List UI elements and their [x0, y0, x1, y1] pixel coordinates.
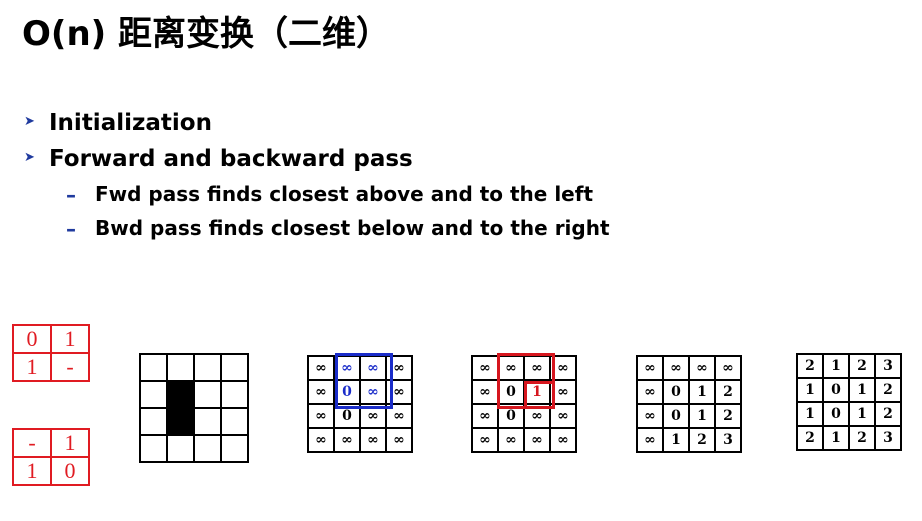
background-pixel-cell	[193, 353, 222, 382]
background-pixel-cell	[220, 407, 249, 436]
backward-result-grid-cell: 2	[874, 401, 902, 427]
init-grid-cell: ∞	[359, 427, 387, 453]
background-pixel-cell	[166, 353, 195, 382]
init-grid-cell: ∞	[307, 379, 335, 405]
forward-result-grid: ∞ ∞ ∞ ∞ ∞ 0 1 2 ∞ 0 1 2 ∞ 1 2 3	[636, 355, 742, 453]
background-pixel-cell	[166, 434, 195, 463]
forward-result-grid-cell: 0	[662, 403, 690, 429]
init-grid-cell: ∞	[307, 403, 335, 429]
init-grid-cell: ∞	[333, 427, 361, 453]
forward-result-grid-cell: 2	[688, 427, 716, 453]
backward-result-grid-cell: 1	[822, 353, 850, 379]
bullet-arrow-icon: ➤	[24, 150, 35, 165]
forward-kernel-cell: 0	[12, 324, 52, 354]
forward-result-grid-cell: ∞	[636, 355, 664, 381]
background-pixel-cell	[139, 380, 168, 409]
backward-result-grid-cell: 0	[822, 377, 850, 403]
init-grid-cell: ∞	[385, 427, 413, 453]
forward-result-grid-cell: ∞	[688, 355, 716, 381]
background-pixel-cell	[220, 434, 249, 463]
background-pixel-cell	[193, 407, 222, 436]
forward-step-grid-cell: ∞	[471, 355, 499, 381]
forward-kernel: 011-	[12, 324, 90, 382]
forward-result-grid-cell: 1	[688, 403, 716, 429]
forward-result-grid-cell: ∞	[714, 355, 742, 381]
backward-result-grid-cell: 2	[848, 425, 876, 451]
slide-title: O(n) 距离变换（二维）	[22, 14, 391, 54]
sub-bullet-dash-icon: –	[66, 217, 76, 241]
background-pixel-cell	[193, 434, 222, 463]
forward-kernel-cell: 1	[12, 352, 52, 382]
forward-step-grid-cell: ∞	[497, 427, 525, 453]
backward-result-grid-cell: 1	[848, 377, 876, 403]
forward-step-grid-cell: ∞	[471, 427, 499, 453]
forward-result-grid-cell: 1	[688, 379, 716, 405]
backward-result-grid-cell: 1	[796, 377, 824, 403]
forward-step-grid-cell: ∞	[471, 379, 499, 405]
backward-result-grid-cell: 2	[796, 425, 824, 451]
background-pixel-cell	[139, 407, 168, 436]
forward-result-grid-cell: ∞	[636, 379, 664, 405]
background-pixel-cell	[220, 353, 249, 382]
sub-bullet-dash-icon: –	[66, 183, 76, 207]
backward-result-grid-cell: 2	[848, 353, 876, 379]
background-pixel-cell	[139, 353, 168, 382]
forward-step-grid-cell: ∞	[549, 427, 577, 453]
forward-result-grid-cell: ∞	[662, 355, 690, 381]
sub-bullet-fwd: Fwd pass finds closest above and to the …	[95, 182, 593, 206]
backward-kernel: -110	[12, 428, 90, 486]
background-pixel-cell	[193, 380, 222, 409]
bullet-initialization: Initialization	[49, 110, 212, 136]
forward-result-grid-cell: 3	[714, 427, 742, 453]
forward-mask-highlight	[335, 353, 393, 409]
bullet-forward-backward: Forward and backward pass	[49, 146, 413, 172]
forward-step-grid-cell: ∞	[471, 403, 499, 429]
init-grid-cell: ∞	[307, 427, 335, 453]
backward-result-grid-cell: 3	[874, 425, 902, 451]
current-cell-highlight	[524, 381, 555, 409]
backward-kernel-cell: 1	[50, 428, 90, 458]
backward-result-grid: 2123101210122123	[796, 353, 902, 451]
bullet-arrow-icon: ➤	[24, 114, 35, 129]
forward-result-grid-cell: 2	[714, 379, 742, 405]
forward-kernel-cell: -	[50, 352, 90, 382]
backward-result-grid-cell: 2	[796, 353, 824, 379]
backward-result-grid-cell: 1	[848, 401, 876, 427]
forward-result-grid-cell: ∞	[636, 403, 664, 429]
forward-result-grid-cell: 0	[662, 379, 690, 405]
init-grid-cell: ∞	[307, 355, 335, 381]
binary-image-grid	[139, 353, 249, 463]
backward-kernel-cell: 1	[12, 456, 52, 486]
foreground-pixel-cell	[166, 380, 195, 409]
backward-kernel-cell: 0	[50, 456, 90, 486]
forward-result-grid-cell: ∞	[636, 427, 664, 453]
forward-result-grid-cell: 1	[662, 427, 690, 453]
backward-result-grid-cell: 1	[796, 401, 824, 427]
backward-kernel-cell: -	[12, 428, 52, 458]
background-pixel-cell	[139, 434, 168, 463]
backward-result-grid-cell: 1	[822, 425, 850, 451]
forward-result-grid-cell: 2	[714, 403, 742, 429]
sub-bullet-bwd: Bwd pass finds closest below and to the …	[95, 216, 610, 240]
backward-result-grid-cell: 2	[874, 377, 902, 403]
background-pixel-cell	[220, 380, 249, 409]
backward-result-grid-cell: 0	[822, 401, 850, 427]
forward-step-grid-cell: ∞	[523, 427, 551, 453]
foreground-pixel-cell	[166, 407, 195, 436]
forward-kernel-cell: 1	[50, 324, 90, 354]
backward-result-grid-cell: 3	[874, 353, 902, 379]
